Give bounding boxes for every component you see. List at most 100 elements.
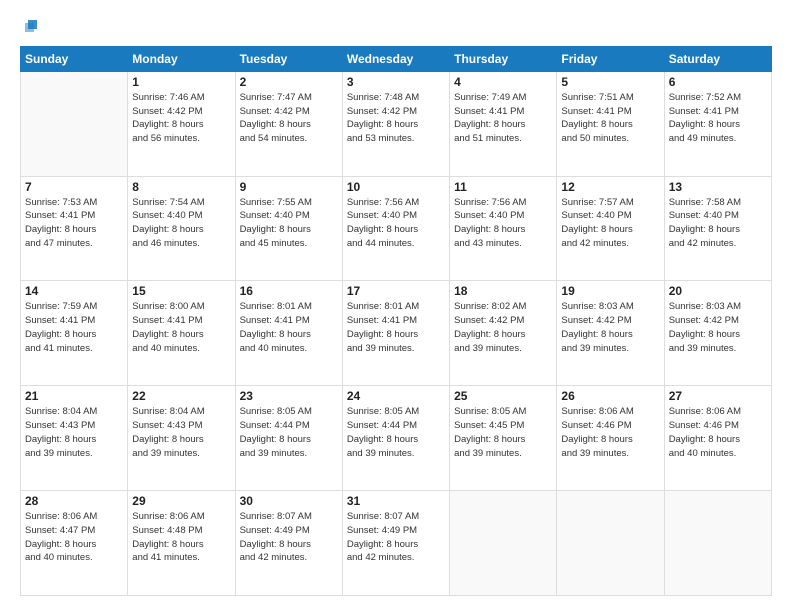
calendar-cell: 27 Sunrise: 8:06 AM Sunset: 4:46 PM Dayli… (664, 386, 771, 491)
day-info: Sunrise: 8:00 AM Sunset: 4:41 PM Dayligh… (132, 300, 230, 355)
day-info: Sunrise: 7:57 AM Sunset: 4:40 PM Dayligh… (561, 196, 659, 251)
day-info: Sunrise: 7:46 AM Sunset: 4:42 PM Dayligh… (132, 91, 230, 146)
day-info: Sunrise: 7:54 AM Sunset: 4:40 PM Dayligh… (132, 196, 230, 251)
day-number: 17 (347, 284, 445, 298)
col-header-saturday: Saturday (664, 46, 771, 71)
day-info: Sunrise: 8:03 AM Sunset: 4:42 PM Dayligh… (561, 300, 659, 355)
calendar-cell: 12 Sunrise: 7:57 AM Sunset: 4:40 PM Dayli… (557, 176, 664, 281)
day-number: 31 (347, 494, 445, 508)
calendar-week-4: 28 Sunrise: 8:06 AM Sunset: 4:47 PM Dayli… (21, 491, 772, 596)
calendar-cell: 26Sunrise: 8:06 AM Sunset: 4:46 PM Dayli… (557, 386, 664, 491)
day-info: Sunrise: 7:51 AM Sunset: 4:41 PM Dayligh… (561, 91, 659, 146)
day-info: Sunrise: 7:48 AM Sunset: 4:42 PM Dayligh… (347, 91, 445, 146)
calendar-week-1: 7 Sunrise: 7:53 AM Sunset: 4:41 PM Daylig… (21, 176, 772, 281)
calendar-cell (664, 491, 771, 596)
day-info: Sunrise: 8:05 AM Sunset: 4:44 PM Dayligh… (240, 405, 338, 460)
calendar-cell (450, 491, 557, 596)
day-number: 8 (132, 180, 230, 194)
calendar-cell: 29 Sunrise: 8:06 AM Sunset: 4:48 PM Dayli… (128, 491, 235, 596)
calendar-cell: 22 Sunrise: 8:04 AM Sunset: 4:43 PM Dayli… (128, 386, 235, 491)
logo (20, 16, 44, 36)
calendar-week-3: 21 Sunrise: 8:04 AM Sunset: 4:43 PM Dayli… (21, 386, 772, 491)
day-info: Sunrise: 8:07 AM Sunset: 4:49 PM Dayligh… (347, 510, 445, 565)
calendar-cell: 13 Sunrise: 7:58 AM Sunset: 4:40 PM Dayli… (664, 176, 771, 281)
col-header-monday: Monday (128, 46, 235, 71)
day-info: Sunrise: 7:47 AM Sunset: 4:42 PM Dayligh… (240, 91, 338, 146)
calendar-cell: 31 Sunrise: 8:07 AM Sunset: 4:49 PM Dayli… (342, 491, 449, 596)
calendar-cell: 30Sunrise: 8:07 AM Sunset: 4:49 PM Dayli… (235, 491, 342, 596)
calendar-cell: 4Sunrise: 7:49 AM Sunset: 4:41 PM Daylig… (450, 71, 557, 176)
day-info: Sunrise: 7:55 AM Sunset: 4:40 PM Dayligh… (240, 196, 338, 251)
col-header-friday: Friday (557, 46, 664, 71)
day-info: Sunrise: 8:06 AM Sunset: 4:46 PM Dayligh… (669, 405, 767, 460)
calendar-cell: 9 Sunrise: 7:55 AM Sunset: 4:40 PM Daylig… (235, 176, 342, 281)
day-number: 14 (25, 284, 123, 298)
day-number: 11 (454, 180, 552, 194)
day-number: 1 (132, 75, 230, 89)
day-number: 27 (669, 389, 767, 403)
logo-icon (22, 17, 40, 35)
calendar-header-row: SundayMondayTuesdayWednesdayThursdayFrid… (21, 46, 772, 71)
day-info: Sunrise: 7:58 AM Sunset: 4:40 PM Dayligh… (669, 196, 767, 251)
day-number: 21 (25, 389, 123, 403)
calendar-cell: 8 Sunrise: 7:54 AM Sunset: 4:40 PM Daylig… (128, 176, 235, 281)
calendar-cell (557, 491, 664, 596)
header (20, 16, 772, 36)
page: SundayMondayTuesdayWednesdayThursdayFrid… (0, 0, 792, 612)
day-number: 2 (240, 75, 338, 89)
day-number: 30 (240, 494, 338, 508)
day-number: 22 (132, 389, 230, 403)
calendar-cell: 7 Sunrise: 7:53 AM Sunset: 4:41 PM Daylig… (21, 176, 128, 281)
day-info: Sunrise: 7:53 AM Sunset: 4:41 PM Dayligh… (25, 196, 123, 251)
calendar-cell: 23 Sunrise: 8:05 AM Sunset: 4:44 PM Dayli… (235, 386, 342, 491)
day-number: 29 (132, 494, 230, 508)
day-number: 25 (454, 389, 552, 403)
day-number: 12 (561, 180, 659, 194)
calendar-cell: 24 Sunrise: 8:05 AM Sunset: 4:44 PM Dayli… (342, 386, 449, 491)
calendar-cell: 18 Sunrise: 8:02 AM Sunset: 4:42 PM Dayli… (450, 281, 557, 386)
col-header-thursday: Thursday (450, 46, 557, 71)
calendar-cell: 2 Sunrise: 7:47 AM Sunset: 4:42 PM Daylig… (235, 71, 342, 176)
day-number: 5 (561, 75, 659, 89)
day-number: 24 (347, 389, 445, 403)
calendar-cell: 1 Sunrise: 7:46 AM Sunset: 4:42 PM Daylig… (128, 71, 235, 176)
day-number: 6 (669, 75, 767, 89)
calendar-cell: 3 Sunrise: 7:48 AM Sunset: 4:42 PM Daylig… (342, 71, 449, 176)
day-number: 10 (347, 180, 445, 194)
calendar-cell: 19Sunrise: 8:03 AM Sunset: 4:42 PM Dayli… (557, 281, 664, 386)
calendar-cell: 28 Sunrise: 8:06 AM Sunset: 4:47 PM Dayli… (21, 491, 128, 596)
day-number: 13 (669, 180, 767, 194)
day-info: Sunrise: 8:06 AM Sunset: 4:48 PM Dayligh… (132, 510, 230, 565)
day-info: Sunrise: 7:56 AM Sunset: 4:40 PM Dayligh… (454, 196, 552, 251)
day-number: 15 (132, 284, 230, 298)
calendar-week-0: 1 Sunrise: 7:46 AM Sunset: 4:42 PM Daylig… (21, 71, 772, 176)
day-number: 18 (454, 284, 552, 298)
col-header-wednesday: Wednesday (342, 46, 449, 71)
day-info: Sunrise: 7:52 AM Sunset: 4:41 PM Dayligh… (669, 91, 767, 146)
day-info: Sunrise: 7:56 AM Sunset: 4:40 PM Dayligh… (347, 196, 445, 251)
day-number: 9 (240, 180, 338, 194)
col-header-tuesday: Tuesday (235, 46, 342, 71)
day-info: Sunrise: 8:04 AM Sunset: 4:43 PM Dayligh… (132, 405, 230, 460)
calendar-cell: 5 Sunrise: 7:51 AM Sunset: 4:41 PM Daylig… (557, 71, 664, 176)
day-number: 23 (240, 389, 338, 403)
day-info: Sunrise: 8:05 AM Sunset: 4:44 PM Dayligh… (347, 405, 445, 460)
day-number: 28 (25, 494, 123, 508)
calendar-cell: 10 Sunrise: 7:56 AM Sunset: 4:40 PM Dayli… (342, 176, 449, 281)
calendar-cell: 16Sunrise: 8:01 AM Sunset: 4:41 PM Dayli… (235, 281, 342, 386)
day-number: 7 (25, 180, 123, 194)
day-info: Sunrise: 8:02 AM Sunset: 4:42 PM Dayligh… (454, 300, 552, 355)
day-info: Sunrise: 7:49 AM Sunset: 4:41 PM Dayligh… (454, 91, 552, 146)
calendar-cell: 25 Sunrise: 8:05 AM Sunset: 4:45 PM Dayli… (450, 386, 557, 491)
day-info: Sunrise: 8:05 AM Sunset: 4:45 PM Dayligh… (454, 405, 552, 460)
day-number: 3 (347, 75, 445, 89)
calendar-cell: 6 Sunrise: 7:52 AM Sunset: 4:41 PM Daylig… (664, 71, 771, 176)
day-number: 20 (669, 284, 767, 298)
calendar-cell: 15 Sunrise: 8:00 AM Sunset: 4:41 PM Dayli… (128, 281, 235, 386)
calendar-cell: 14Sunrise: 7:59 AM Sunset: 4:41 PM Dayli… (21, 281, 128, 386)
day-info: Sunrise: 8:03 AM Sunset: 4:42 PM Dayligh… (669, 300, 767, 355)
calendar-cell (21, 71, 128, 176)
day-info: Sunrise: 8:06 AM Sunset: 4:47 PM Dayligh… (25, 510, 123, 565)
day-info: Sunrise: 8:06 AM Sunset: 4:46 PM Dayligh… (561, 405, 659, 460)
calendar-cell: 17Sunrise: 8:01 AM Sunset: 4:41 PM Dayli… (342, 281, 449, 386)
